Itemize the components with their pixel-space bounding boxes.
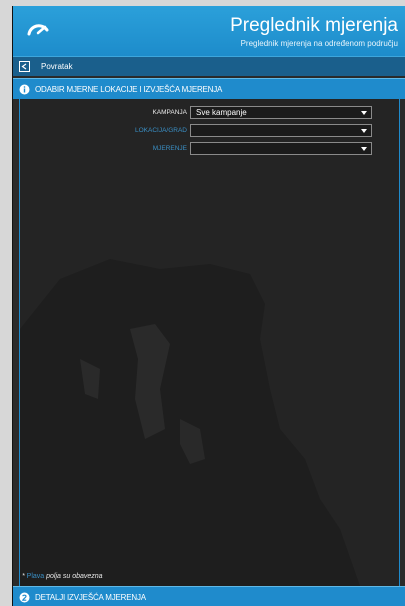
- background-map: [20, 99, 399, 586]
- required-fields-note: * Plava polja su obavezna: [22, 573, 103, 580]
- measurement-label: MJERENJE: [152, 145, 187, 152]
- form-row-campaign: KAMPANJA Sve kampanje: [20, 106, 399, 120]
- measurement-select[interactable]: [190, 142, 372, 155]
- app-window: Preglednik mjerenja Preglednik mjerenja …: [12, 6, 405, 606]
- section-details-title: DETALJI IZVJEŠĆA MJERENJA: [35, 593, 146, 602]
- footnote-required-word: Plava: [26, 573, 45, 580]
- footnote-text: polja su obavezna: [44, 573, 103, 580]
- section-location-title: ODABIR MJERNE LOKACIJE I IZVJEŠĆA MJEREN…: [35, 85, 223, 94]
- campaign-select-value: Sve kampanje: [196, 108, 247, 117]
- page-subtitle: Preglednik mjerenja na određenom područj…: [240, 39, 398, 48]
- section-location-body: KAMPANJA Sve kampanje LOKACIJA/GRAD MJER…: [19, 99, 400, 586]
- form-row-location: LOKACIJA/GRAD: [20, 124, 399, 138]
- back-label: Povratak: [41, 62, 73, 71]
- page-title: Preglednik mjerenja: [230, 15, 398, 36]
- chevron-down-icon: [361, 147, 367, 151]
- chevron-down-icon: [361, 111, 367, 115]
- section-details-header[interactable]: DETALJI IZVJEŠĆA MJERENJA: [13, 586, 405, 606]
- info-icon: [19, 84, 30, 95]
- app-header: Preglednik mjerenja Preglednik mjerenja …: [13, 6, 405, 56]
- section-location-header[interactable]: ODABIR MJERNE LOKACIJE I IZVJEŠĆA MJEREN…: [13, 78, 405, 99]
- campaign-select[interactable]: Sve kampanje: [190, 106, 372, 119]
- back-arrow-icon: [19, 61, 30, 72]
- campaign-label: KAMPANJA: [152, 109, 187, 116]
- location-select[interactable]: [190, 124, 372, 137]
- location-label: LOKACIJA/GRAD: [134, 127, 187, 134]
- gauge-icon: [27, 24, 49, 36]
- chevron-down-icon: [361, 129, 367, 133]
- number-2-icon: [19, 592, 30, 603]
- form-row-measurement: MJERENJE: [20, 142, 399, 156]
- back-button[interactable]: Povratak: [13, 56, 405, 76]
